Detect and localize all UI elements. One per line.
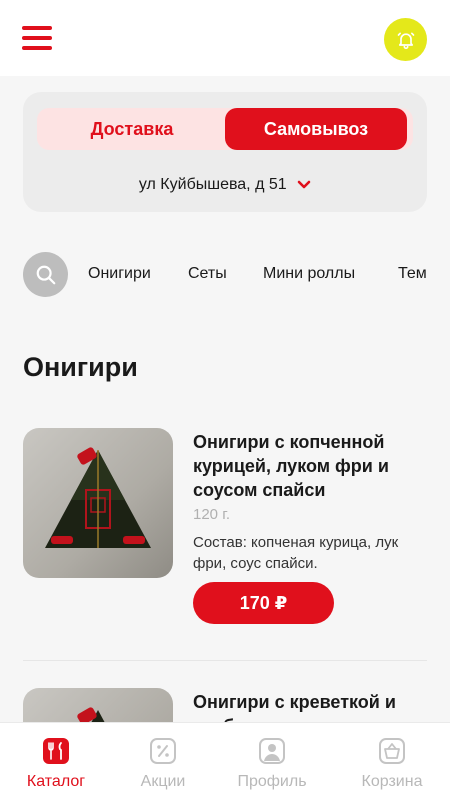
- hamburger-menu-icon[interactable]: [22, 24, 52, 52]
- product-weight: 120 г.: [193, 506, 231, 523]
- address-text: ул Куйбышева, д 51: [138, 176, 287, 193]
- pickup-button[interactable]: Самовывоз: [225, 108, 407, 150]
- address-selector[interactable]: ул Куйбышева, д 51: [23, 176, 427, 194]
- bell-icon: [397, 32, 414, 49]
- profile-icon: [259, 738, 285, 764]
- section-title: Онигири: [23, 352, 138, 382]
- tab-label: Каталог: [26, 773, 86, 790]
- tab-catalog[interactable]: Каталог: [0, 723, 112, 800]
- category-tem[interactable]: Тем: [398, 265, 427, 283]
- category-mini-rolls[interactable]: Мини роллы: [263, 265, 355, 283]
- tab-label: Акции: [140, 773, 186, 790]
- chevron-down-icon: [297, 180, 311, 189]
- tab-cart[interactable]: Корзина: [336, 723, 448, 800]
- category-onigiri[interactable]: Онигири: [88, 265, 151, 283]
- catalog-icon: [43, 738, 69, 764]
- top-bar: [0, 0, 450, 76]
- product-composition: Состав: копченая курица, лук фри, соус с…: [193, 534, 399, 572]
- tab-promotions[interactable]: Акции: [107, 723, 219, 800]
- category-strip: Онигири Сеты Мини роллы Тем: [23, 252, 450, 298]
- notifications-button[interactable]: [384, 18, 427, 61]
- tab-label: Профиль: [237, 773, 307, 790]
- tab-profile[interactable]: Профиль: [216, 723, 328, 800]
- product-card[interactable]: Онигири с копченной курицей, луком фри и…: [23, 428, 427, 628]
- basket-icon: [379, 738, 405, 764]
- product-name: Онигири с копченной курицей, луком фри и…: [193, 432, 389, 500]
- search-icon: [36, 265, 55, 284]
- delivery-mode-card: Доставка Самовывоз ул Куйбышева, д 51: [23, 92, 427, 212]
- category-sets[interactable]: Сеты: [188, 265, 227, 283]
- product-image: [23, 428, 173, 578]
- discount-icon: [150, 738, 176, 764]
- product-divider: [23, 660, 427, 661]
- tab-label: Корзина: [361, 773, 423, 790]
- add-to-cart-price-button[interactable]: 170 ₽: [193, 582, 334, 624]
- bottom-navigation: Каталог Акции Профиль Корзина: [0, 722, 450, 800]
- delivery-mode-switch: Доставка Самовывоз: [37, 108, 413, 150]
- search-button[interactable]: [23, 252, 68, 297]
- delivery-button[interactable]: Доставка: [37, 108, 227, 150]
